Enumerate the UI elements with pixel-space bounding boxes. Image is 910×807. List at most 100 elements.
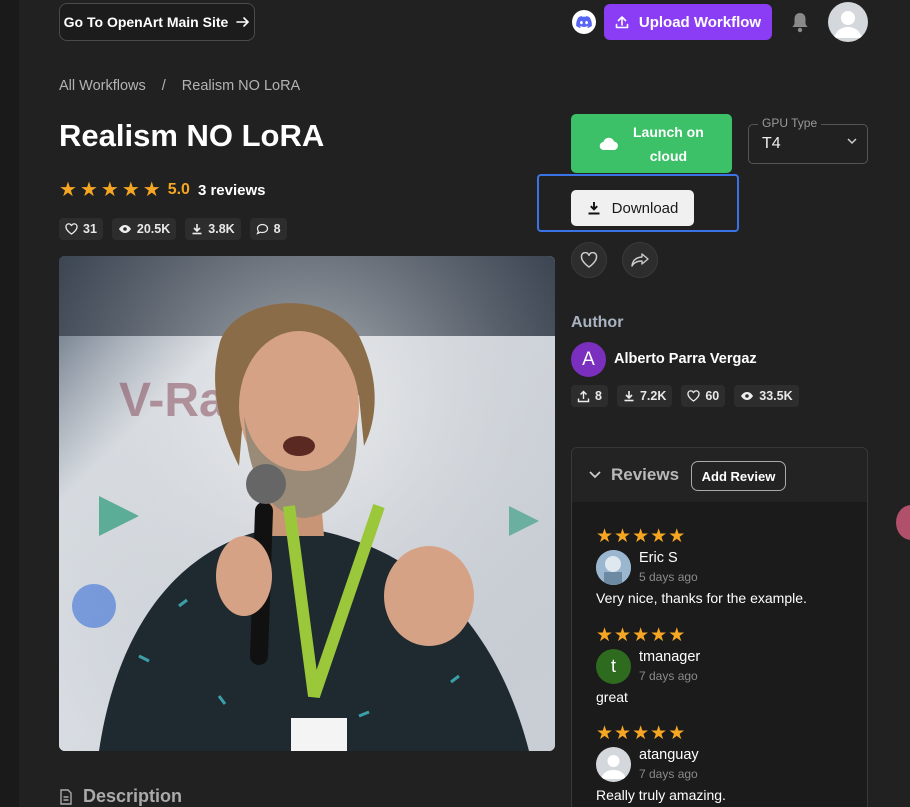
reviewer-name[interactable]: Eric S bbox=[639, 550, 678, 566]
heart-icon bbox=[580, 252, 598, 268]
reviews-title: Reviews bbox=[611, 465, 680, 484]
author-stats: 8 7.2K 60 33.5K bbox=[571, 385, 799, 407]
go-to-main-site-button[interactable]: Go To OpenArt Main Site bbox=[59, 3, 255, 41]
launch-on-cloud-button[interactable]: Launch on cloud bbox=[571, 114, 732, 173]
reviewer-avatar[interactable] bbox=[596, 747, 631, 782]
download-button[interactable]: Download bbox=[571, 190, 694, 226]
discord-icon[interactable] bbox=[572, 10, 596, 34]
author-name[interactable]: Alberto Parra Vergaz bbox=[614, 351, 757, 367]
share-button[interactable] bbox=[622, 242, 658, 278]
upload-icon bbox=[615, 16, 629, 29]
review-time: 7 days ago bbox=[639, 767, 698, 781]
star-icon: ★ bbox=[632, 723, 650, 744]
user-icon bbox=[834, 11, 862, 38]
review-stars: ★ ★ ★ ★ ★ bbox=[596, 625, 856, 646]
star-icon: ★ bbox=[668, 625, 686, 646]
review-text: great bbox=[596, 689, 628, 705]
workflow-preview-image[interactable]: V-Ray bbox=[59, 256, 555, 751]
star-icon: ★ bbox=[668, 723, 686, 744]
page-title: Realism NO LoRA bbox=[59, 118, 325, 153]
downloads-stat: 3.8K bbox=[185, 218, 241, 240]
breadcrumb-all-workflows[interactable]: All Workflows bbox=[59, 78, 146, 94]
floating-widget-edge[interactable] bbox=[896, 505, 910, 540]
review-stars: ★ ★ ★ ★ ★ bbox=[596, 526, 856, 547]
eye-icon bbox=[741, 392, 754, 400]
author-downloads-count: 7.2K bbox=[639, 389, 667, 403]
likes-stat: 31 bbox=[59, 218, 103, 240]
review-text: Very nice, thanks for the example. bbox=[596, 590, 807, 606]
cloud-icon bbox=[599, 137, 618, 150]
star-icon: ★ bbox=[59, 179, 77, 201]
like-button[interactable] bbox=[571, 242, 607, 278]
workflow-stats: 31 20.5K 3.8K 8 bbox=[59, 218, 287, 240]
launch-label-line2: cloud bbox=[649, 147, 688, 164]
description-heading: Description bbox=[59, 786, 182, 807]
download-icon bbox=[192, 224, 202, 235]
review-time: 5 days ago bbox=[639, 570, 698, 584]
star-icon: ★ bbox=[121, 179, 140, 201]
star-icon: ★ bbox=[632, 625, 650, 646]
star-icon: ★ bbox=[650, 526, 668, 547]
main-site-label: Go To OpenArt Main Site bbox=[63, 14, 229, 30]
author-views-stat: 33.5K bbox=[734, 385, 799, 407]
star-icon: ★ bbox=[614, 723, 632, 744]
share-icon bbox=[631, 253, 649, 267]
views-count: 20.5K bbox=[136, 222, 171, 236]
bell-icon[interactable] bbox=[789, 10, 811, 34]
heart-icon bbox=[687, 390, 701, 402]
review-text: Really truly amazing. bbox=[596, 787, 726, 803]
upload-icon bbox=[577, 390, 590, 402]
breadcrumb: All Workflows / Realism NO LoRA bbox=[59, 78, 300, 94]
breadcrumb-current: Realism NO LoRA bbox=[181, 78, 301, 94]
author-uploads-stat: 8 bbox=[571, 385, 608, 407]
download-icon bbox=[588, 202, 600, 215]
star-icon: ★ bbox=[79, 179, 98, 201]
user-icon bbox=[601, 755, 626, 779]
star-icon: ★ bbox=[596, 625, 614, 646]
views-stat: 20.5K bbox=[111, 218, 177, 240]
comments-stat: 8 bbox=[249, 218, 287, 240]
reviews-panel: Reviews Add Review ★ ★ ★ ★ ★ Eric S 5 days a… bbox=[571, 447, 868, 807]
reviewer-name[interactable]: atanguay bbox=[639, 747, 699, 763]
star-icon: ★ bbox=[668, 526, 686, 547]
author-likes-stat: 60 bbox=[681, 385, 726, 407]
reviewer-avatar[interactable] bbox=[596, 550, 631, 585]
review-item: ★ ★ ★ ★ ★ t tmanager 7 days ago great bbox=[596, 625, 856, 705]
author-likes-count: 60 bbox=[705, 389, 720, 403]
heart-icon bbox=[65, 223, 78, 235]
likes-count: 31 bbox=[83, 222, 97, 236]
star-icon: ★ bbox=[632, 526, 650, 547]
upload-workflow-button[interactable]: Upload Workflow bbox=[604, 4, 772, 40]
gpu-type-value: T4 bbox=[762, 135, 781, 152]
reviewer-avatar[interactable]: t bbox=[596, 649, 631, 684]
download-label: Download bbox=[611, 199, 679, 217]
author-heading: Author bbox=[571, 314, 624, 331]
review-time: 7 days ago bbox=[639, 669, 698, 683]
rating-row: ★ ★ ★ ★ ★ 5.0 3 reviews bbox=[59, 180, 266, 200]
star-icon: ★ bbox=[650, 625, 668, 646]
author-avatar[interactable]: A bbox=[571, 342, 606, 377]
author-views-count: 33.5K bbox=[759, 389, 793, 403]
eye-icon bbox=[118, 225, 131, 233]
review-stars: ★ ★ ★ ★ ★ bbox=[596, 723, 856, 744]
star-icon: ★ bbox=[614, 526, 632, 547]
comments-count: 8 bbox=[273, 222, 281, 236]
author-uploads-count: 8 bbox=[595, 389, 602, 403]
user-avatar[interactable] bbox=[828, 2, 868, 42]
review-item: ★ ★ ★ ★ ★ atanguay 7 days ago Really truly a… bbox=[596, 723, 856, 803]
author-downloads-stat: 7.2K bbox=[616, 385, 673, 407]
upload-workflow-label: Upload Workflow bbox=[638, 13, 762, 31]
review-item: ★ ★ ★ ★ ★ Eric S 5 days ago Very nice, thank… bbox=[596, 526, 856, 606]
breadcrumb-separator: / bbox=[161, 78, 166, 94]
chevron-down-icon bbox=[847, 138, 857, 145]
star-icon: ★ bbox=[596, 526, 614, 547]
star-icon: ★ bbox=[650, 723, 668, 744]
arrow-right-icon bbox=[236, 17, 250, 27]
left-sidebar-strip bbox=[0, 0, 19, 807]
comment-icon bbox=[256, 223, 268, 235]
reviews-count-link[interactable]: 3 reviews bbox=[198, 182, 266, 199]
star-icon: ★ bbox=[596, 723, 614, 744]
reviewer-name[interactable]: tmanager bbox=[639, 649, 700, 665]
downloads-count: 3.8K bbox=[208, 222, 235, 236]
add-review-button[interactable]: Add Review bbox=[691, 461, 786, 491]
